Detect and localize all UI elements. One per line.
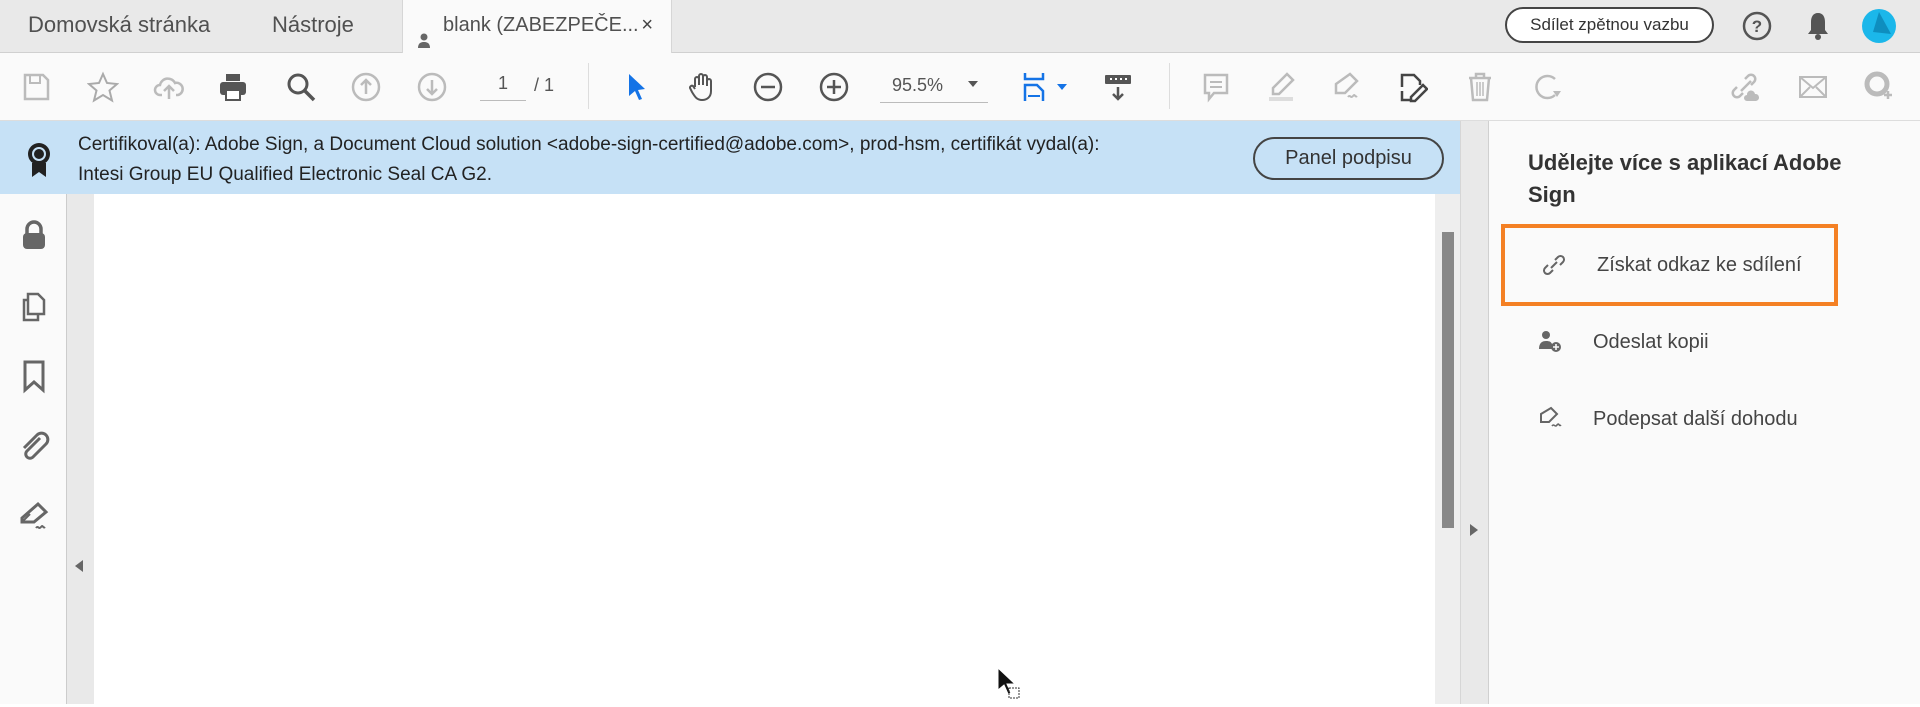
upload-cloud-icon[interactable] (149, 67, 189, 107)
tab-bar: Domovská stránka Nástroje blank (ZABEZPE… (0, 0, 1920, 54)
share-link-icon[interactable] (1725, 67, 1765, 107)
divider (588, 63, 589, 109)
bell-icon[interactable] (1803, 10, 1833, 47)
attachment-icon[interactable] (14, 426, 54, 466)
feedback-button[interactable]: Sdílet zpětnou vazbu (1505, 7, 1714, 43)
document-page[interactable] (94, 194, 1435, 704)
chevron-down-icon (968, 81, 978, 92)
page-total: / 1 (534, 75, 555, 95)
left-gutter (67, 194, 94, 704)
certification-line-1: Certifikoval(a): Adobe Sign, a Document … (78, 134, 1100, 155)
cursor-icon (996, 666, 1022, 707)
signature-panel-button[interactable]: Panel podpisu (1253, 137, 1444, 180)
tab-home[interactable]: Domovská stránka (28, 0, 210, 53)
zoom-value: 95.5% (892, 75, 944, 95)
mail-icon[interactable] (1793, 67, 1833, 107)
print-icon[interactable] (213, 67, 253, 107)
sign-another-agreement-label: Podepsat další dohodu (1593, 407, 1798, 430)
scroll-mode-icon[interactable] (1098, 67, 1138, 107)
panel-title: Udělejte více s aplikací Adobe Sign (1528, 150, 1842, 207)
svg-text:?: ? (1752, 17, 1762, 36)
tab-document[interactable]: blank (ZABEZPEČE... × (402, 0, 672, 54)
right-panel: Udělejte více s aplikací Adobe Sign Získ… (1488, 121, 1920, 704)
help-icon[interactable]: ? (1741, 10, 1773, 47)
fit-page-icon[interactable] (1015, 67, 1055, 107)
certificate-ribbon-icon (24, 141, 54, 186)
get-share-link-item[interactable]: Získat odkaz ke sdílení (1501, 224, 1838, 306)
left-sidebar (0, 194, 67, 704)
get-share-link-label: Získat odkaz ke sdílení (1597, 253, 1802, 276)
add-user-icon[interactable] (1858, 67, 1898, 107)
link-icon (1541, 252, 1581, 278)
lock-icon[interactable] (14, 216, 54, 256)
comment-icon[interactable] (1196, 67, 1236, 107)
right-panel-toggle-strip (1460, 121, 1488, 704)
send-copy-item[interactable]: Odeslat kopii (1501, 301, 1838, 383)
pen-sign-icon[interactable] (14, 498, 54, 538)
page-number-input[interactable]: 1 (480, 73, 526, 101)
zoom-in-icon[interactable] (814, 67, 854, 107)
expand-right-icon[interactable] (1470, 524, 1478, 536)
divider (1169, 63, 1170, 109)
zoom-select[interactable]: 95.5% (880, 71, 988, 103)
close-tab-button[interactable]: × (641, 0, 653, 50)
rotate-icon[interactable] (1527, 67, 1567, 107)
edit-pdf-icon[interactable] (1392, 67, 1432, 107)
tab-document-label: blank (ZABEZPEČE... (443, 14, 639, 36)
collapse-left-icon[interactable] (75, 560, 83, 572)
toolbar: 1 / 1 95.5% (0, 53, 1920, 121)
next-page-icon[interactable] (412, 67, 452, 107)
pages-icon[interactable] (14, 286, 54, 326)
user-add-icon (1537, 329, 1577, 355)
star-icon[interactable] (83, 67, 123, 107)
fit-dropdown-icon[interactable] (1057, 84, 1067, 95)
pen-sign-icon (1537, 406, 1577, 432)
fill-sign-icon[interactable] (1326, 67, 1366, 107)
certification-text: Certifikoval(a): Adobe Sign, a Document … (78, 130, 1100, 190)
trash-icon[interactable] (1460, 67, 1500, 107)
certification-banner: Certifikoval(a): Adobe Sign, a Document … (0, 121, 1460, 194)
send-copy-label: Odeslat kopii (1593, 330, 1709, 353)
zoom-out-icon[interactable] (748, 67, 788, 107)
search-icon[interactable] (281, 67, 321, 107)
user-icon (417, 18, 433, 48)
previous-page-icon[interactable] (346, 67, 386, 107)
bookmark-icon[interactable] (14, 356, 54, 396)
save-icon[interactable] (16, 67, 56, 107)
certification-line-2: Intesi Group EU Qualified Electronic Sea… (78, 164, 492, 185)
tab-tools[interactable]: Nástroje (272, 0, 354, 53)
select-pointer-icon[interactable] (616, 67, 656, 107)
avatar[interactable] (1861, 8, 1897, 49)
sign-another-agreement-item[interactable]: Podepsat další dohodu (1501, 378, 1838, 460)
hand-icon[interactable] (682, 67, 722, 107)
scrollbar-thumb[interactable] (1442, 232, 1454, 528)
highlight-icon[interactable] (1261, 67, 1301, 107)
